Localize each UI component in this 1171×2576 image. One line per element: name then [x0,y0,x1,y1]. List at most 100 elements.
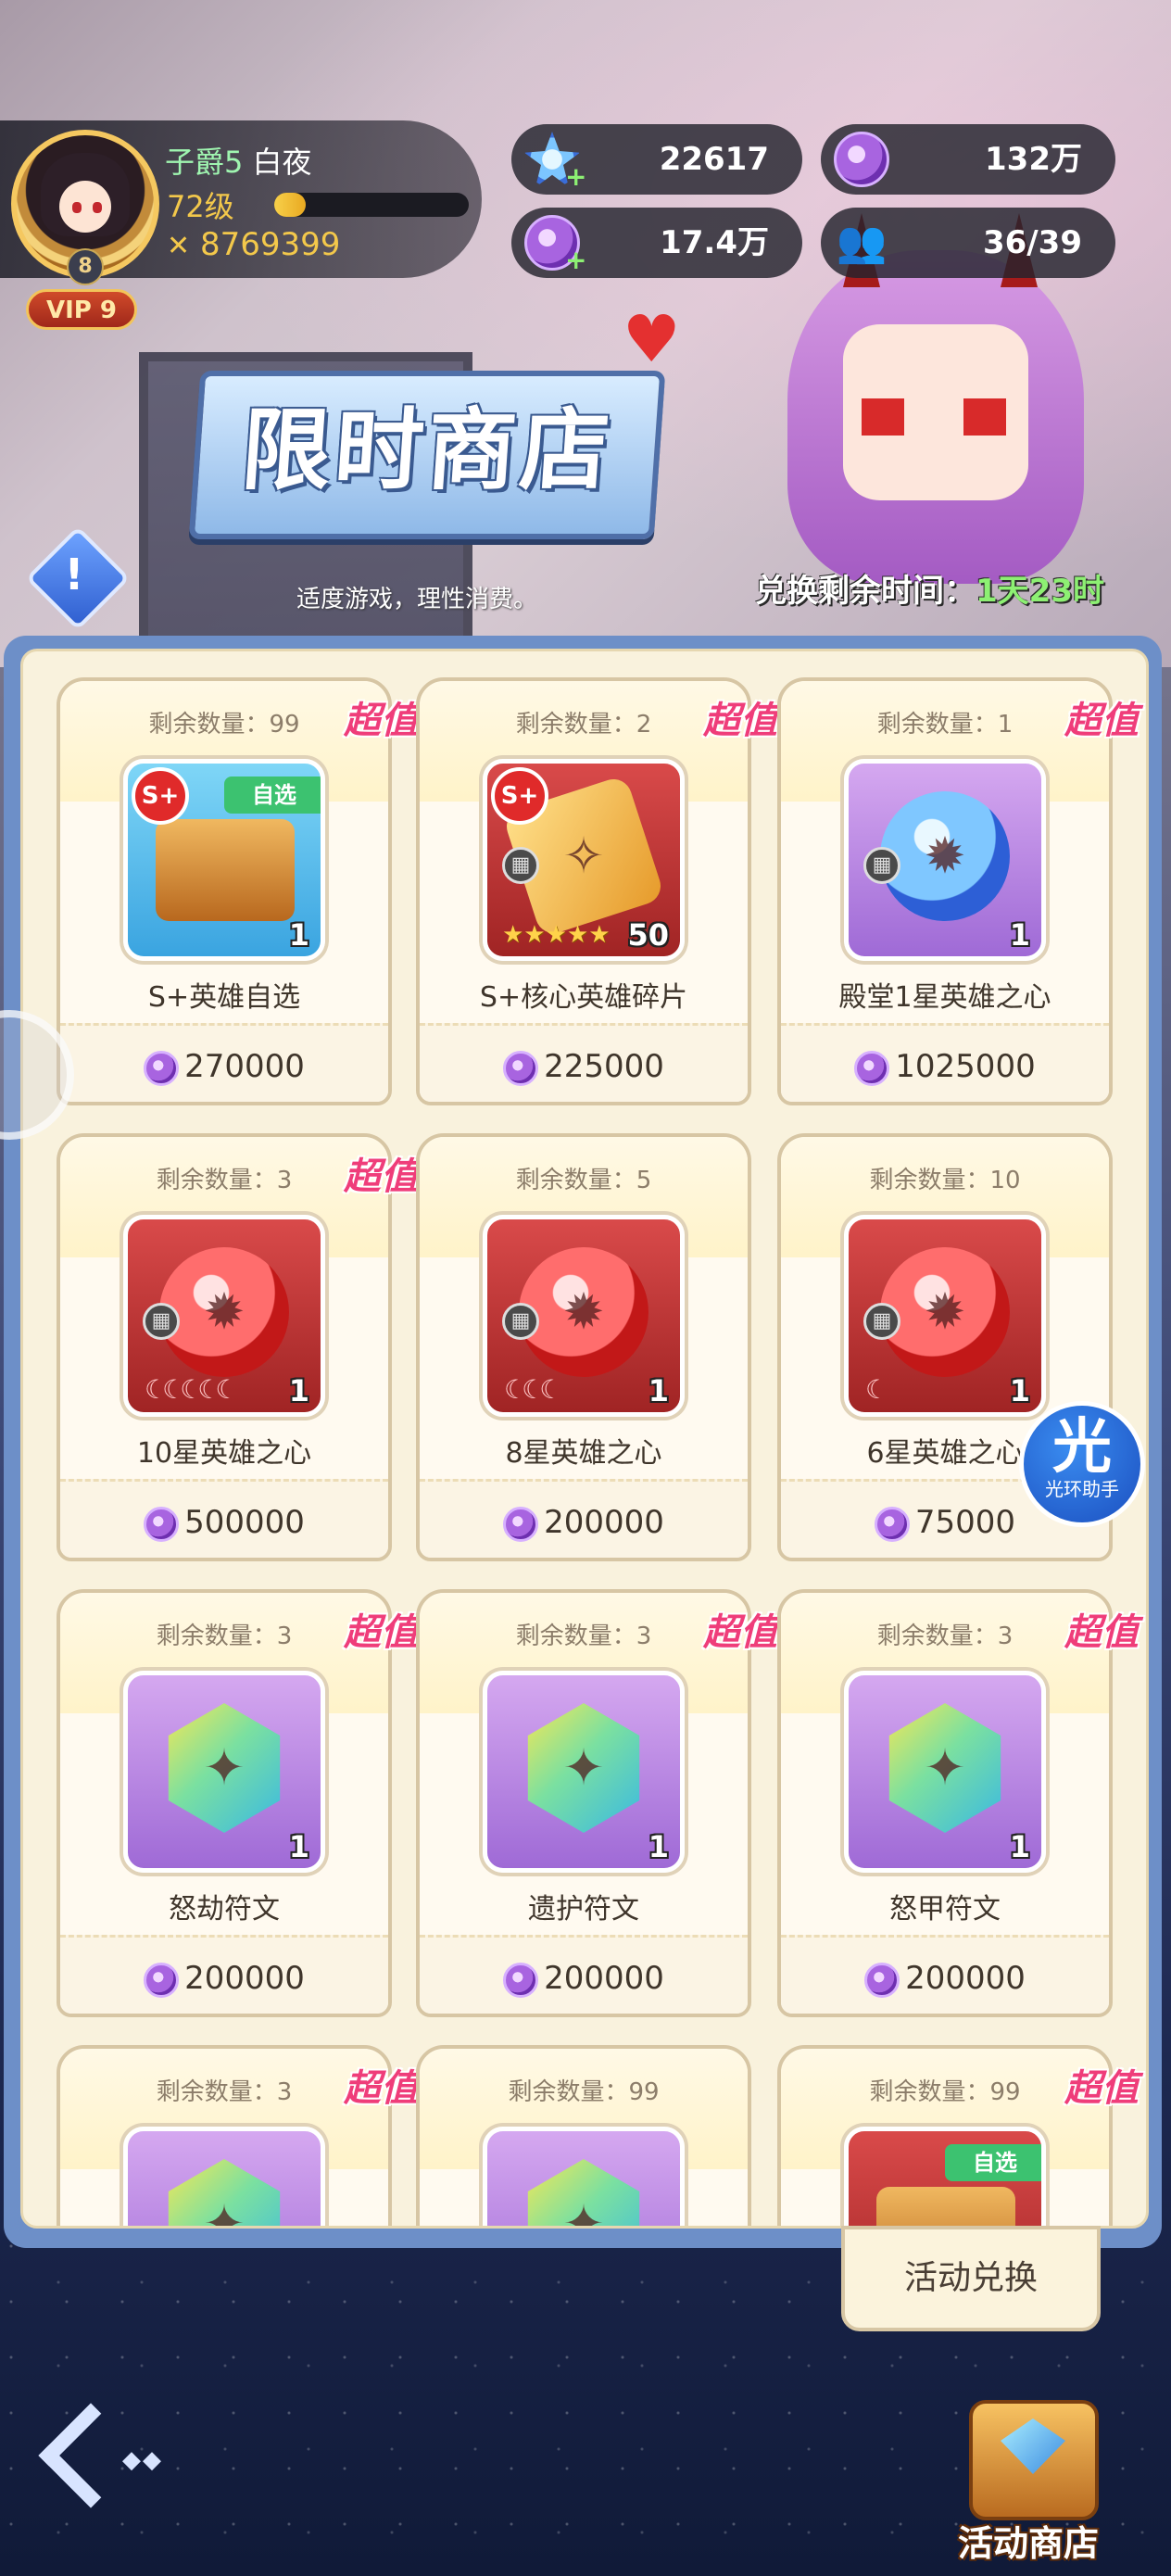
moon-rating-icon: ☾☾☾ [504,1374,562,1405]
helper-floating-button[interactable]: 光 光环助手 [1019,1401,1145,1527]
value-tag: 超值 [1064,1611,1139,1654]
value-tag: 超值 [1064,2067,1139,2110]
value-tag: 超值 [344,700,418,742]
item-emblem-icon: ✦ [203,1738,246,1797]
coin-icon [503,1506,539,1542]
item-icon-frame[interactable]: S+ 自选 1 [123,759,325,961]
item-price[interactable]: 200000 [416,1504,751,1542]
avatar-level-badge: 8 [67,248,104,285]
item-name: S+英雄自选 [147,981,301,1014]
item-icon-frame[interactable]: ✦ 1 [123,1671,325,1873]
shop-item-grid[interactable]: 剩余数量：99 超值 S+ 自选 1 S+英雄自选 270000 剩余数量：2 超值 ✧ S+ ▦ ★★… [20,649,1149,2229]
avatar-face [59,181,111,233]
item-icon-frame[interactable]: 自选 [844,2127,1046,2226]
remaining-quantity: 剩余数量：99 [148,711,300,739]
star-resource-value: 22617 [659,141,769,178]
item-count: 1 [288,1373,309,1408]
item-price[interactable]: 225000 [416,1048,751,1086]
item-chest-icon [876,2187,1015,2226]
shop-item-card[interactable]: 剩余数量：3 超值 ✦ [57,2045,418,2229]
shop-title-banner: 限时商店 [188,371,666,539]
s-plus-badge: S+ [491,767,548,825]
item-count: 1 [288,917,309,953]
shop-item-card[interactable]: 剩余数量：3 超值 ✹ ▦ ☾☾☾☾☾ 1 10星英雄之心 500000 [57,1133,418,1561]
activity-exchange-button[interactable]: 活动兑换 [841,2226,1101,2331]
activity-shop-button[interactable]: 活动商店 [936,2391,1121,2567]
guild-members[interactable]: 👥 36/39 [821,208,1115,278]
item-icon-frame[interactable]: ✦ [123,2127,325,2229]
plus-icon[interactable]: + [565,164,586,190]
item-icon-frame[interactable]: ✦ [483,2127,685,2226]
item-icon-frame[interactable]: ✹ ▦ ☾☾☾ 1 [483,1215,685,1417]
item-price[interactable]: 200000 [416,1960,751,1998]
grid-icon: ▦ [502,1303,539,1340]
item-count: 1 [1009,917,1030,953]
level-progress-bar [274,193,469,217]
item-icon-frame[interactable]: ✦ 1 [844,1671,1046,1873]
shop-item-card[interactable]: 剩余数量：3 超值 ✦ 1 怒劫符文 200000 [57,1589,418,2017]
moon-rating-icon: ☾ [865,1374,888,1405]
item-price[interactable]: 200000 [777,1960,1113,1998]
item-price-value: 1025000 [895,1048,1036,1085]
item-price-value: 200000 [184,1960,305,1997]
exclamation-icon: ! [64,549,84,600]
shop-item-card[interactable]: 剩余数量：3 超值 ✦ 1 怒甲符文 200000 [777,1589,1139,2017]
item-count: 1 [648,1829,669,1864]
item-count: 1 [1009,1829,1030,1864]
character-eye-left [862,398,904,436]
item-icon-frame[interactable]: ✧ S+ ▦ ★★★★★ 50 [483,759,685,961]
s-plus-badge: S+ [132,767,189,825]
shop-item-card[interactable]: 剩余数量：2 超值 ✧ S+ ▦ ★★★★★ 50 S+核心英雄碎片 225000 [416,677,777,1105]
coin-icon [874,1506,910,1542]
plus-icon[interactable]: + [565,247,586,273]
shop-item-card[interactable]: 剩余数量：3 超值 ✦ 1 遗护符文 200000 [416,1589,777,2017]
item-name: S+核心英雄碎片 [479,981,688,1014]
coin-resource-top[interactable]: 132万 [821,124,1115,195]
item-emblem-icon: ✹ [924,827,966,885]
coin-resource-top-value: 132万 [985,141,1082,178]
shop-item-card[interactable]: 剩余数量：99 ✦ [416,2045,751,2226]
timer-value: 1天23时 [976,573,1104,610]
item-icon-frame[interactable]: ✹ ▦ ☾☾☾☾☾ 1 [123,1215,325,1417]
item-count: 1 [648,1373,669,1408]
remaining-quantity: 剩余数量：10 [869,1167,1021,1194]
remaining-quantity: 剩余数量：3 [156,2078,293,2106]
item-name: 怒甲符文 [889,1893,1001,1926]
shop-item-card[interactable]: 剩余数量：99 超值 S+ 自选 1 S+英雄自选 270000 [57,677,418,1105]
people-icon: 👥 [836,219,888,266]
activity-exchange-label: 活动兑换 [903,2259,1038,2297]
item-price[interactable]: 200000 [57,1960,392,1998]
item-name: 遗护符文 [528,1893,639,1926]
shop-item-card[interactable]: 剩余数量：99 超值 自选 [777,2045,1139,2226]
grid-icon: ▦ [143,1303,180,1340]
shop-item-card[interactable]: 剩余数量：1 超值 ✹ ▦ 1 殿堂1星英雄之心 1025000 [777,677,1139,1105]
value-tag: 超值 [344,1155,418,1198]
coin-resource-bottom-value: 17.4万 [660,224,769,261]
item-icon-frame[interactable]: ✹ ▦ ☾ 1 [844,1215,1046,1417]
remaining-quantity: 剩余数量：99 [869,2078,1021,2106]
back-button[interactable]: ◆◆ [20,2400,161,2539]
item-count: 1 [1009,1373,1030,1408]
item-icon-frame[interactable]: ✹ ▦ 1 [844,759,1046,961]
moon-rating-icon: ☾☾☾☾☾ [145,1374,238,1405]
remaining-quantity: 剩余数量：3 [156,1167,293,1194]
choose-badge: 自选 [224,777,321,814]
item-price[interactable]: 270000 [57,1048,392,1086]
choose-badge: 自选 [945,2144,1041,2181]
combat-power: ✕ 8769399 [167,226,340,263]
item-emblem-icon: ✦ [203,2194,246,2229]
item-price[interactable]: 1025000 [777,1048,1113,1086]
star-resource[interactable]: + 22617 [511,124,802,195]
vip-badge[interactable]: VIP 9 [26,289,137,330]
shop-item-card[interactable]: 剩余数量：5 ✹ ▦ ☾☾☾ 1 8星英雄之心 200000 [416,1133,751,1561]
item-emblem-icon: ✦ [562,1738,605,1797]
item-price[interactable]: 500000 [57,1504,392,1542]
item-icon-frame[interactable]: ✦ 1 [483,1671,685,1873]
value-tag: 超值 [344,1611,418,1654]
value-tag: 超值 [703,700,777,742]
heart-icon: ♥ [623,301,681,377]
remaining-quantity: 剩余数量：99 [508,2078,660,2106]
coin-resource-bottom[interactable]: + 17.4万 [511,208,802,278]
remaining-quantity: 剩余数量：3 [515,1623,652,1650]
player-level: 72级 [167,189,234,224]
